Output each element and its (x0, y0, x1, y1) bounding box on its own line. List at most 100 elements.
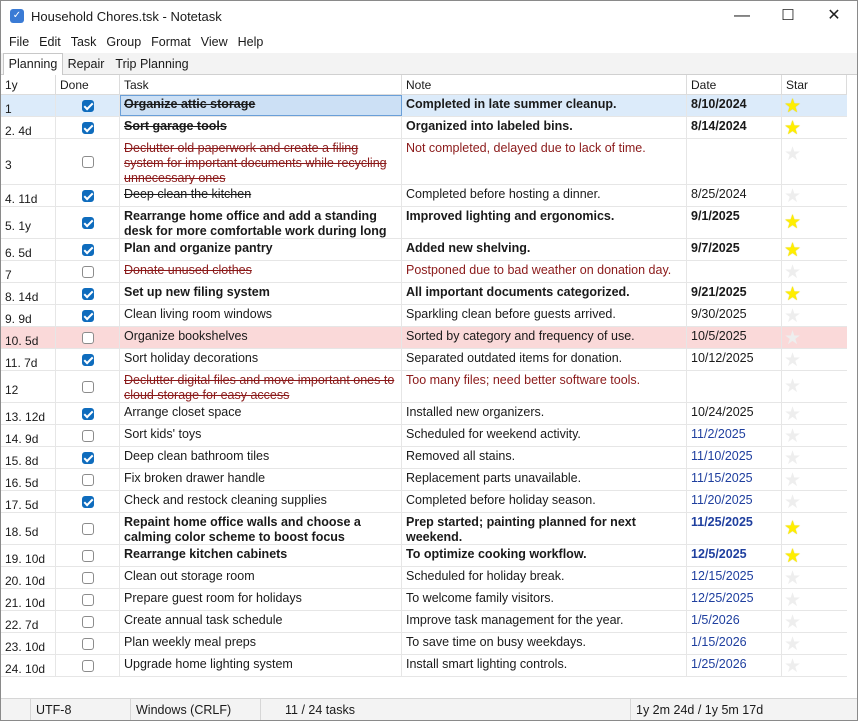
star-cell[interactable]: ★ (782, 491, 847, 512)
star-cell[interactable]: ★ (782, 545, 847, 566)
star-icon[interactable]: ★ (784, 591, 801, 610)
task-cell[interactable]: Set up new filing system (120, 283, 402, 304)
done-checkbox[interactable] (82, 288, 94, 300)
done-cell[interactable] (56, 491, 120, 512)
table-row[interactable]: 11. 7d Sort holiday decorations Separated … (1, 349, 847, 371)
done-checkbox[interactable] (82, 638, 94, 650)
star-cell[interactable]: ★ (782, 261, 847, 282)
task-cell[interactable]: Plan weekly meal preps (120, 633, 402, 654)
task-cell[interactable]: Create annual task schedule (120, 611, 402, 632)
note-cell[interactable]: Postponed due to bad weather on donation… (402, 261, 687, 282)
task-cell[interactable]: Donate unused clothes (120, 261, 402, 282)
table-row[interactable]: 17. 5d Check and restock cleaning supplie… (1, 491, 847, 513)
table-row[interactable]: 7 Donate unused clothes Postponed due to b… (1, 261, 847, 283)
table-row[interactable]: 9. 9d Clean living room windows Sparkling … (1, 305, 847, 327)
star-icon[interactable]: ★ (784, 119, 801, 138)
done-cell[interactable] (56, 589, 120, 610)
star-cell[interactable]: ★ (782, 633, 847, 654)
table-row[interactable]: 13. 12d Arrange closet space Installed new… (1, 403, 847, 425)
star-icon[interactable]: ★ (784, 377, 801, 396)
done-cell[interactable] (56, 469, 120, 490)
table-row[interactable]: 15. 8d Deep clean bathroom tiles Removed a… (1, 447, 847, 469)
table-row[interactable]: 2. 4d Sort garage tools Organized into lab… (1, 117, 847, 139)
star-icon[interactable]: ★ (784, 97, 801, 116)
done-checkbox[interactable] (82, 594, 94, 606)
star-icon[interactable]: ★ (784, 493, 801, 512)
note-cell[interactable]: Completed before hosting a dinner. (402, 185, 687, 206)
date-cell[interactable]: 9/30/2025 (687, 305, 782, 326)
done-cell[interactable] (56, 425, 120, 446)
star-cell[interactable]: ★ (782, 567, 847, 588)
note-cell[interactable]: Removed all stains. (402, 447, 687, 468)
table-row[interactable]: 23. 10d Plan weekly meal preps To save tim… (1, 633, 847, 655)
star-cell[interactable]: ★ (782, 611, 847, 632)
done-checkbox[interactable] (82, 572, 94, 584)
note-cell[interactable]: Improved lighting and ergonomics. (402, 207, 687, 238)
menu-help[interactable]: Help (233, 32, 269, 52)
star-cell[interactable]: ★ (782, 139, 847, 184)
note-cell[interactable]: Too many files; need better software too… (402, 371, 687, 402)
table-row[interactable]: 5. 1y Rearrange home office and add a sta… (1, 207, 847, 239)
date-cell[interactable] (687, 139, 782, 184)
task-cell[interactable]: Arrange closet space (120, 403, 402, 424)
done-cell[interactable] (56, 261, 120, 282)
done-cell[interactable] (56, 567, 120, 588)
star-cell[interactable]: ★ (782, 425, 847, 446)
done-cell[interactable] (56, 207, 120, 238)
tab-trip-planning[interactable]: Trip Planning (113, 54, 191, 74)
date-cell[interactable]: 1/15/2026 (687, 633, 782, 654)
done-checkbox[interactable] (82, 332, 94, 344)
table-row[interactable]: 14. 9d Sort kids' toys Scheduled for weeke… (1, 425, 847, 447)
menu-format[interactable]: Format (146, 32, 196, 52)
note-cell[interactable]: Installed new organizers. (402, 403, 687, 424)
date-cell[interactable]: 8/25/2024 (687, 185, 782, 206)
task-cell[interactable]: Sort kids' toys (120, 425, 402, 446)
note-cell[interactable]: Separated outdated items for donation. (402, 349, 687, 370)
done-cell[interactable] (56, 139, 120, 184)
date-cell[interactable]: 10/5/2025 (687, 327, 782, 348)
star-cell[interactable]: ★ (782, 305, 847, 326)
menu-file[interactable]: File (4, 32, 34, 52)
menu-group[interactable]: Group (101, 32, 146, 52)
star-cell[interactable]: ★ (782, 207, 847, 238)
star-icon[interactable]: ★ (784, 405, 801, 424)
star-cell[interactable]: ★ (782, 327, 847, 348)
note-cell[interactable]: Sparkling clean before guests arrived. (402, 305, 687, 326)
done-checkbox[interactable] (82, 550, 94, 562)
table-row[interactable]: 3 Declutter old paperwork and create a fi… (1, 139, 847, 185)
done-checkbox[interactable] (82, 381, 94, 393)
done-cell[interactable] (56, 513, 120, 544)
date-cell[interactable]: 9/21/2025 (687, 283, 782, 304)
done-cell[interactable] (56, 185, 120, 206)
star-icon[interactable]: ★ (784, 307, 801, 326)
date-cell[interactable]: 11/10/2025 (687, 447, 782, 468)
note-cell[interactable]: Scheduled for holiday break. (402, 567, 687, 588)
task-cell[interactable]: Rearrange kitchen cabinets (120, 545, 402, 566)
done-checkbox[interactable] (82, 354, 94, 366)
date-cell[interactable]: 10/24/2025 (687, 403, 782, 424)
table-row[interactable]: 19. 10d Rearrange kitchen cabinets To opti… (1, 545, 847, 567)
column-header-note[interactable]: Note (402, 75, 687, 95)
vertical-scrollbar[interactable] (847, 95, 857, 697)
done-cell[interactable] (56, 655, 120, 676)
note-cell[interactable]: Completed in late summer cleanup. (402, 95, 687, 116)
done-cell[interactable] (56, 239, 120, 260)
column-header-done[interactable]: Done (56, 75, 120, 95)
done-checkbox[interactable] (82, 474, 94, 486)
title-bar[interactable]: ✓ Household Chores.tsk - Notetask — ☐ ✕ (1, 1, 857, 31)
menu-view[interactable]: View (196, 32, 233, 52)
tab-repair[interactable]: Repair (63, 54, 109, 74)
table-row[interactable]: 24. 10d Upgrade home lighting system Insta… (1, 655, 847, 677)
note-cell[interactable]: Replacement parts unavailable. (402, 469, 687, 490)
done-cell[interactable] (56, 95, 120, 116)
done-checkbox[interactable] (82, 266, 94, 278)
date-cell[interactable]: 11/2/2025 (687, 425, 782, 446)
note-cell[interactable]: Organized into labeled bins. (402, 117, 687, 138)
star-icon[interactable]: ★ (784, 657, 801, 676)
note-cell[interactable]: To save time on busy weekdays. (402, 633, 687, 654)
done-checkbox[interactable] (82, 452, 94, 464)
date-cell[interactable]: 12/5/2025 (687, 545, 782, 566)
menu-edit[interactable]: Edit (34, 32, 66, 52)
table-row[interactable]: 21. 10d Prepare guest room for holidays To… (1, 589, 847, 611)
date-cell[interactable]: 8/10/2024 (687, 95, 782, 116)
